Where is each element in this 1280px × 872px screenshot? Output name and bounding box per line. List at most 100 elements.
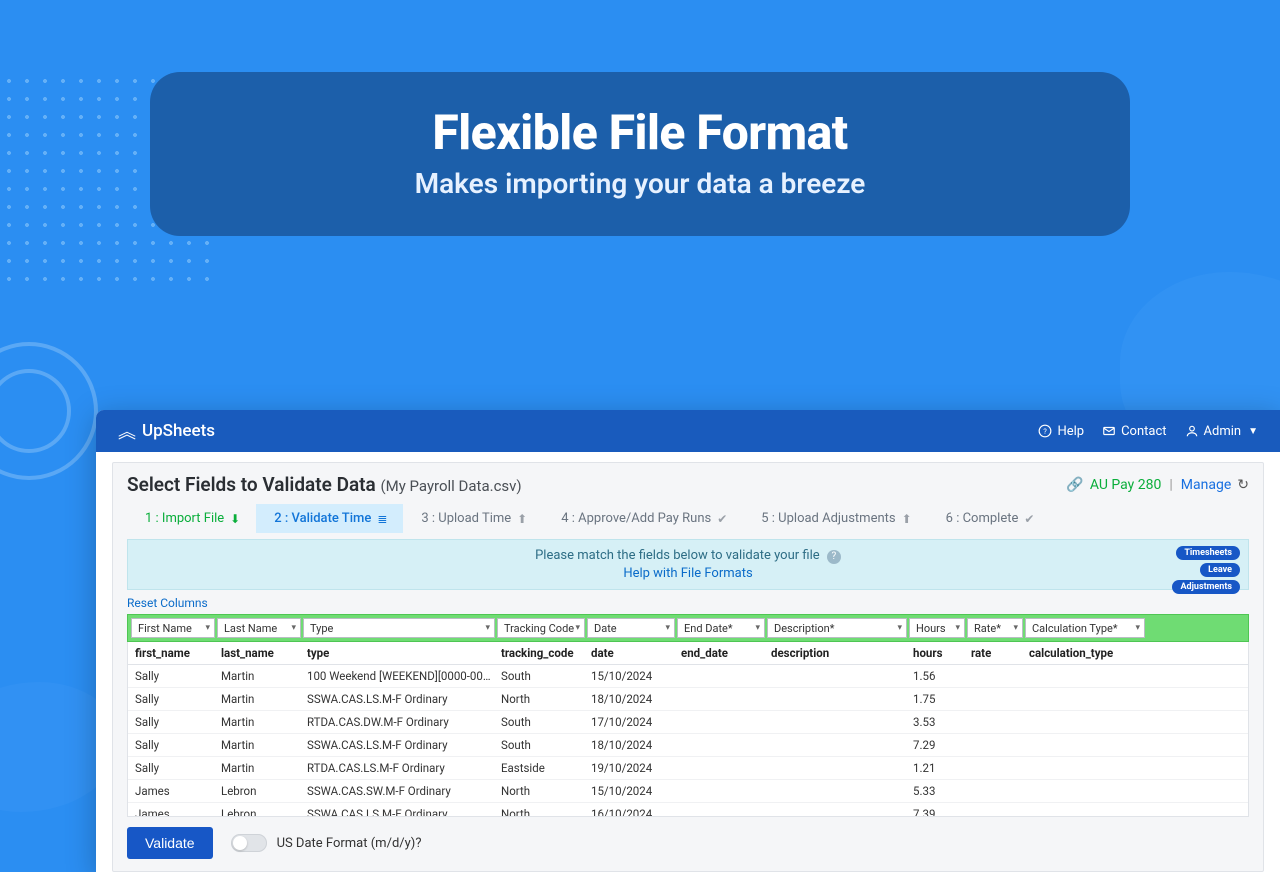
table-cell [677, 711, 765, 733]
column-map-label: Last Name [224, 622, 277, 635]
table-cell: Martin [217, 734, 301, 756]
column-map-label: Calculation Type* [1032, 622, 1118, 635]
table-header-cell: tracking_code [497, 642, 585, 664]
column-map-dropdown[interactable]: Tracking Code▾ [497, 618, 585, 638]
column-map-label: Rate* [974, 622, 1001, 635]
table-body[interactable]: SallyMartin100 Weekend [WEEKEND][0000-00… [128, 665, 1248, 817]
column-map-label: First Name [138, 622, 192, 635]
table-cell [1025, 688, 1145, 710]
table-header-cell: hours [909, 642, 965, 664]
file-format-help-link[interactable]: Help with File Formats [623, 566, 752, 581]
list-icon: ≣ [377, 512, 387, 526]
table-cell: Martin [217, 711, 301, 733]
table-cell [677, 665, 765, 687]
brand-name: UpSheets [142, 421, 215, 441]
table-cell: Sally [131, 757, 215, 779]
connection-name[interactable]: AU Pay 280 [1090, 477, 1162, 493]
column-map-label: Type [310, 622, 333, 635]
refresh-icon[interactable]: ↻ [1237, 477, 1249, 493]
column-map-dropdown[interactable]: End Date*▾ [677, 618, 765, 638]
table-cell [1025, 734, 1145, 756]
chevron-down-icon: ▾ [575, 623, 580, 633]
table-cell: Sally [131, 711, 215, 733]
table-cell: SSWA.CAS.SW.M-F Ordinary [303, 780, 495, 802]
table-cell: 1.56 [909, 665, 965, 687]
table-cell [677, 688, 765, 710]
column-map-dropdown[interactable]: Date▾ [587, 618, 675, 638]
toggle-switch[interactable] [231, 834, 267, 852]
download-icon: ⬇ [230, 512, 240, 526]
wizard-step[interactable]: 6 : Complete ✔ [928, 504, 1051, 533]
table-header-cell: date [587, 642, 675, 664]
table-cell: North [497, 803, 585, 817]
column-map-dropdown[interactable]: First Name▾ [131, 618, 215, 638]
manage-link[interactable]: Manage [1181, 477, 1231, 493]
nav-contact[interactable]: Contact [1102, 424, 1166, 439]
mail-icon [1102, 424, 1116, 438]
column-map-dropdown[interactable]: Description* ▾ [767, 618, 907, 638]
table-cell [967, 734, 1023, 756]
wizard-step[interactable]: 3 : Upload Time ⬆ [403, 504, 543, 533]
chevron-down-icon: ▼ [1248, 426, 1258, 437]
wizard-step[interactable]: 5 : Upload Adjustments ⬆ [743, 504, 927, 533]
validate-button[interactable]: Validate [127, 827, 213, 859]
table-header-cell: description [767, 642, 907, 664]
check-circle-icon: ✔ [717, 512, 727, 526]
nav-help[interactable]: ? Help [1038, 424, 1084, 439]
brand[interactable]: ︽ UpSheets [118, 418, 215, 444]
file-name: (My Payroll Data.csv) [380, 477, 521, 495]
us-date-toggle[interactable]: US Date Format (m/d/y)? [231, 834, 422, 852]
wizard-step[interactable]: 2 : Validate Time ≣ [256, 504, 403, 533]
column-map-dropdown[interactable]: Rate* ▾ [967, 618, 1023, 638]
filter-chip[interactable]: Leave [1200, 563, 1240, 577]
upload-icon: ⬆ [517, 512, 527, 526]
nav-admin[interactable]: Admin ▼ [1185, 424, 1258, 439]
step-label: 2 : Validate Time [274, 511, 371, 526]
column-map-label: Tracking Code [504, 622, 574, 635]
table-cell: Martin [217, 757, 301, 779]
table-cell [767, 665, 907, 687]
table-cell [1025, 665, 1145, 687]
app-window: ︽ UpSheets ? Help Contact Admin ▼ Select… [96, 410, 1280, 872]
table-cell: Martin [217, 688, 301, 710]
column-map-dropdown[interactable]: Type▾ [303, 618, 495, 638]
info-help-icon[interactable]: ? [827, 550, 841, 564]
column-map-dropdown[interactable]: Hours▾ [909, 618, 965, 638]
table-cell [767, 711, 907, 733]
help-circle-icon: ? [1038, 424, 1052, 438]
table-row[interactable]: SallyMartinRTDA.CAS.LS.M-F OrdinaryEasts… [128, 757, 1248, 780]
data-table: first_namelast_nametypetracking_codedate… [127, 642, 1249, 817]
column-map-dropdown[interactable]: Last Name▾ [217, 618, 301, 638]
chevron-down-icon: ▾ [755, 623, 760, 633]
table-cell: Martin [217, 665, 301, 687]
wizard-step[interactable]: 4 : Approve/Add Pay Runs ✔ [543, 504, 743, 533]
table-cell [967, 780, 1023, 802]
table-row[interactable]: SallyMartinSSWA.CAS.LS.M-F OrdinarySouth… [128, 734, 1248, 757]
table-cell: 17/10/2024 [587, 711, 675, 733]
column-map-dropdown[interactable]: Calculation Type*▾ [1025, 618, 1145, 638]
table-row[interactable]: SallyMartinRTDA.CAS.DW.M-F OrdinarySouth… [128, 711, 1248, 734]
table-cell: 7.39 [909, 803, 965, 817]
reset-columns-link[interactable]: Reset Columns [127, 594, 1249, 614]
svg-text:?: ? [1044, 427, 1048, 436]
table-cell [967, 757, 1023, 779]
chevron-down-icon: ▾ [897, 623, 902, 633]
toggle-label: US Date Format (m/d/y)? [277, 836, 422, 851]
chevron-down-icon: ▾ [1013, 623, 1018, 633]
table-cell [1025, 803, 1145, 817]
column-map-label: Description* [774, 622, 834, 635]
table-row[interactable]: SallyMartinSSWA.CAS.LS.M-F OrdinaryNorth… [128, 688, 1248, 711]
table-cell: South [497, 734, 585, 756]
column-mapping-row: First Name▾Last Name▾Type▾Tracking Code▾… [127, 614, 1249, 642]
step-label: 1 : Import File [145, 511, 224, 526]
filter-chip[interactable]: Adjustments [1172, 580, 1240, 594]
table-cell [967, 688, 1023, 710]
table-row[interactable]: SallyMartin100 Weekend [WEEKEND][0000-00… [128, 665, 1248, 688]
wizard-step[interactable]: 1 : Import File ⬇ [127, 504, 256, 533]
table-cell [767, 757, 907, 779]
filter-chip[interactable]: Timesheets [1176, 546, 1240, 560]
table-row[interactable]: JamesLebronSSWA.CAS.LS.M-F OrdinaryNorth… [128, 803, 1248, 817]
table-cell [967, 665, 1023, 687]
table-cell: 1.21 [909, 757, 965, 779]
table-cell: SSWA.CAS.LS.M-F Ordinary [303, 803, 495, 817]
